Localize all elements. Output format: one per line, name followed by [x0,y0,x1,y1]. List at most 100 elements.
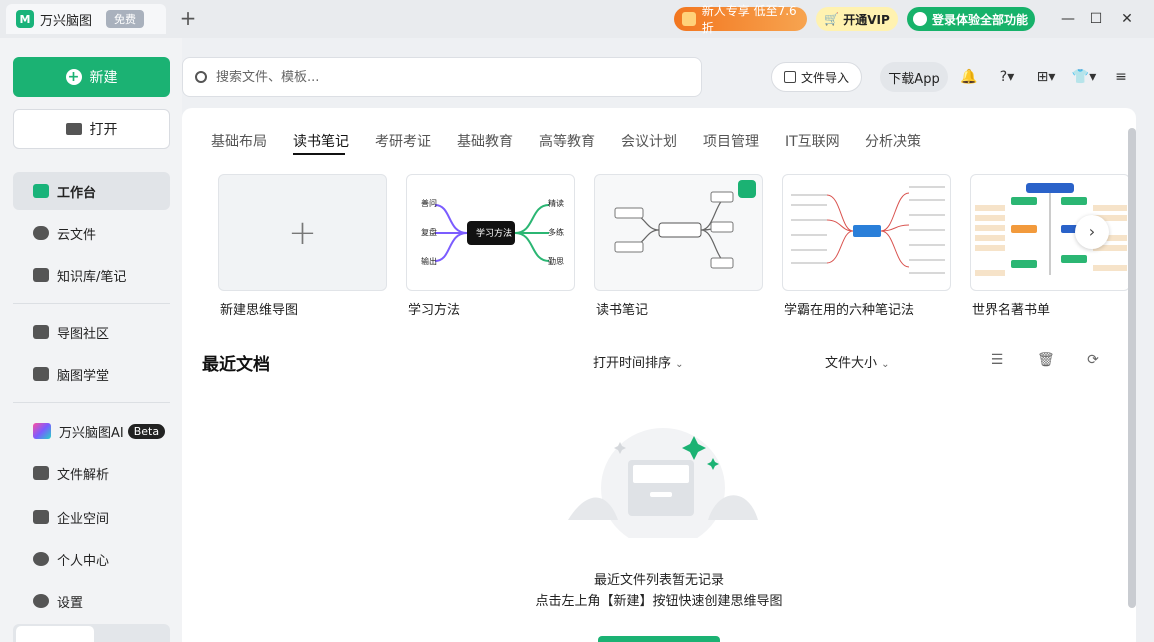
tab-analysis[interactable]: 分析决策 [865,131,921,151]
bottom-action-button[interactable] [598,636,720,642]
sidebar-item-workspace[interactable]: 工作台 [13,172,170,210]
title-bar: M 万兴脑图 免费 + 新人专享 低至7.6折 🛒 开通VIP 登录体验全部功能… [0,0,1154,38]
tab-reading-notes[interactable]: 读书笔记 [293,131,349,151]
new-label: 新建 [89,70,118,86]
app-name: 万兴脑图 [40,13,93,29]
close-button[interactable]: ✕ [1117,9,1137,29]
gear-icon [33,594,49,608]
tab-it-internet[interactable]: IT互联网 [785,131,840,151]
help-icon[interactable]: ?▾ [994,68,1020,86]
mindmap-node: 多练 [548,228,564,237]
mindmap-node: 勤思 [548,257,564,266]
mindmap-node: 复盘 [421,228,437,237]
reading-notes-thumbnail [614,180,756,269]
empty-box-illustration [568,428,758,538]
beta-badge: Beta [127,423,166,439]
promo-button[interactable]: 新人专享 低至7.6折 [674,4,807,35]
download-app-button[interactable]: 下载App [880,62,948,92]
empty-state-hint: 点击左上角【新建】按钮快速创建思维导图 [535,594,783,609]
cart-icon: 🛒 [824,12,840,26]
user-icon [33,552,49,566]
tab-basic-education[interactable]: 基础教育 [457,131,513,151]
file-parse-icon [33,466,49,480]
trash-icon[interactable]: 🗑 [1037,352,1055,368]
login-label: 登录体验全部功能 [932,12,1029,27]
minimize-button[interactable]: — [1058,9,1078,29]
folder-icon [65,123,82,135]
chevron-down-icon: ⌄ [881,359,890,370]
user-icon [913,12,927,26]
sidebar-item-knowledge[interactable]: 知识库/笔记 [13,256,170,294]
free-badge: 免费 [106,10,145,28]
tab-higher-education[interactable]: 高等教育 [539,131,595,151]
new-mindmap-card[interactable]: + [218,174,387,291]
template-label: 学习方法 [408,303,461,318]
search-icon [195,71,207,83]
sidebar-item-label: 文件解析 [57,467,110,483]
sort-by-size-dropdown[interactable]: 文件大小 ⌄ [825,352,890,371]
cloud-icon [33,226,49,240]
empty-state-title: 最近文件列表暂无记录 [593,573,724,588]
app-tab[interactable]: M 万兴脑图 免费 [6,4,166,34]
template-label: 新建思维导图 [220,303,299,318]
divider [13,303,170,304]
bell-icon[interactable]: 🔔 [960,68,978,86]
sidebar-item-ai[interactable]: 万兴脑图AI Beta [13,412,170,450]
import-button[interactable]: 文件导入 [771,62,862,92]
notebook-icon [33,268,49,282]
list-view-icon[interactable]: ☰ [989,352,1005,368]
import-icon [783,71,796,83]
refresh-icon[interactable]: ⟳ [1085,352,1101,368]
new-button[interactable]: + 新建 [13,57,170,97]
search-box[interactable] [182,57,702,97]
sidebar-item-profile[interactable]: 个人中心 [13,540,170,578]
plus-icon: + [288,212,317,253]
sort-time-label: 打开时间排序 [593,356,672,371]
sidebar-item-label: 导图社区 [57,326,110,342]
building-icon [33,510,49,524]
sidebar-item-settings[interactable]: 设置 [13,582,170,620]
mindmap-node: 输出 [421,257,437,266]
tab-basic-layout[interactable]: 基础布局 [211,131,267,151]
graduation-cap-icon [33,367,49,381]
sidebar-item-label: 云文件 [57,227,97,243]
theme-icon[interactable]: 👕▾ [1071,68,1097,86]
mindmap-node: 善问 [421,199,437,208]
tab-exam[interactable]: 考研考证 [375,131,431,151]
sidebar-item-label: 工作台 [57,185,97,201]
next-arrow-button[interactable]: › [1075,215,1109,249]
sidebar-item-label: 知识库/笔记 [57,269,127,285]
template-card-six-note-methods[interactable] [782,174,951,291]
sidebar-item-cloud[interactable]: 云文件 [13,214,170,252]
template-card-reading-notes[interactable] [594,174,763,291]
new-tab-button[interactable]: + [178,8,198,28]
search-input[interactable] [216,69,656,85]
sidebar: + 新建 打开 工作台 云文件 知识库/笔记 导图社区 脑图学堂 万兴脑图AI … [0,38,182,642]
tab-project-management[interactable]: 项目管理 [703,131,759,151]
sort-by-time-dropdown[interactable]: 打开时间排序 ⌄ [593,352,684,371]
tab-meeting-plan[interactable]: 会议计划 [621,131,677,151]
collapse-menu-icon[interactable]: ≡ [1112,68,1130,86]
main-panel: 基础布局 读书笔记 考研考证 基础教育 高等教育 会议计划 项目管理 IT互联网… [182,108,1136,642]
download-label: 下载App [888,71,940,87]
maximize-button[interactable]: ☐ [1086,9,1106,29]
open-button[interactable]: 打开 [13,109,170,149]
sidebar-item-community[interactable]: 导图社区 [13,313,170,351]
sidebar-item-enterprise[interactable]: 企业空间 [13,498,170,536]
six-note-methods-thumbnail [791,186,945,274]
apps-grid-icon[interactable]: ⊞▾ [1033,68,1059,86]
sort-size-label: 文件大小 [825,356,878,371]
mindmap-node: 精读 [548,199,564,208]
plus-icon: + [65,69,82,85]
sidebar-item-file-parse[interactable]: 文件解析 [13,454,170,492]
sidebar-item-academy[interactable]: 脑图学堂 [13,355,170,393]
sidebar-item-label: 脑图学堂 [57,368,110,384]
template-card-study-method[interactable]: 学习方法 善问 复盘 输出 精读 多练 勤思 [406,174,575,291]
sidebar-item-label: 万兴脑图AI [59,425,124,441]
open-label: 打开 [89,122,118,138]
import-label: 文件导入 [800,70,849,85]
vip-button[interactable]: 🛒 开通VIP [816,7,898,31]
bottom-tab[interactable] [16,626,94,642]
login-button[interactable]: 登录体验全部功能 [907,7,1035,31]
scrollbar[interactable] [1128,128,1136,608]
